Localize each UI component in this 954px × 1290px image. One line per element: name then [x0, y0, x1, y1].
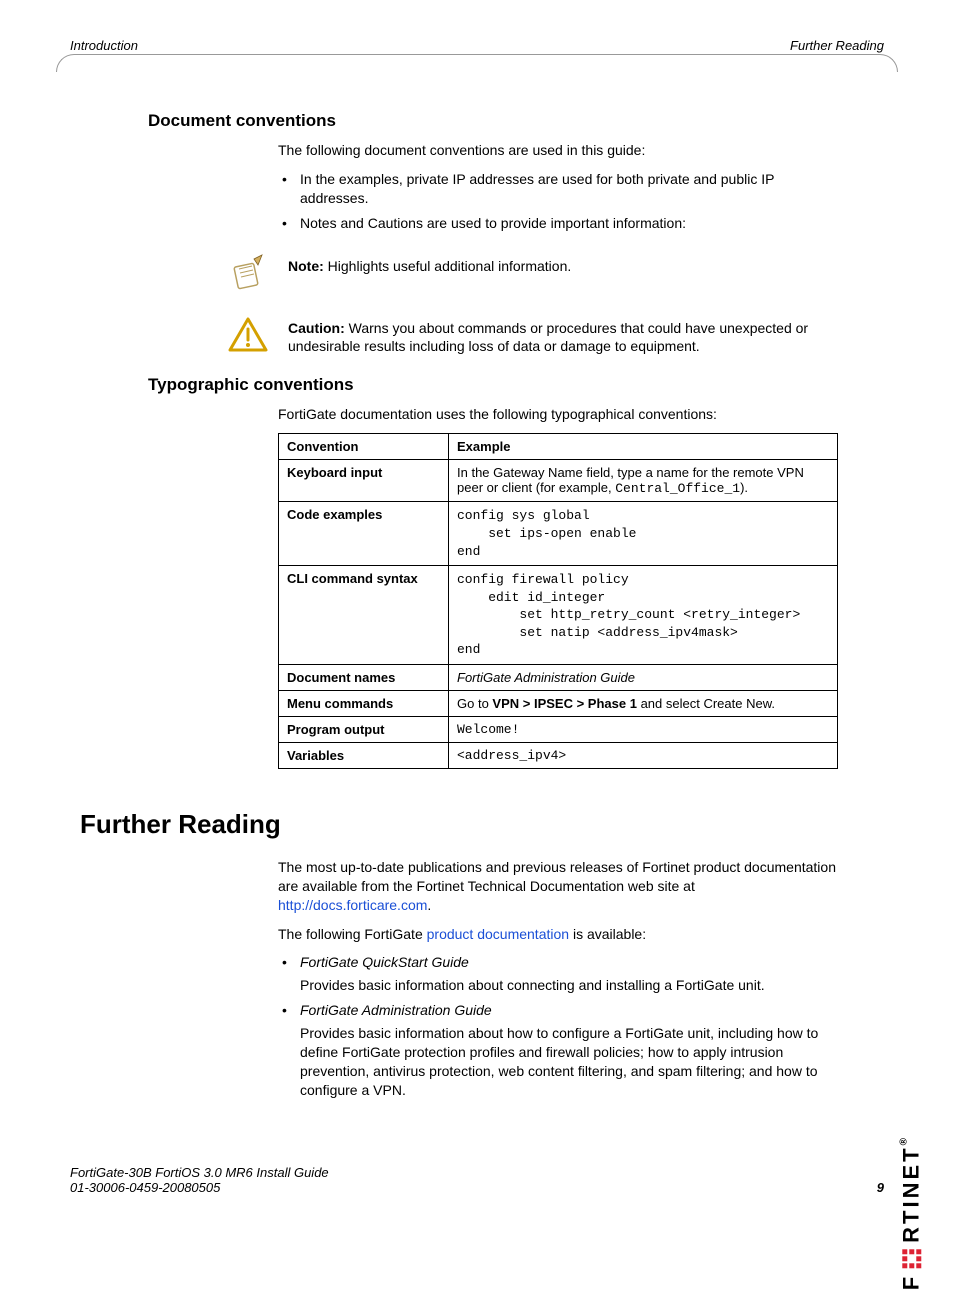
cell-convention: Document names	[279, 664, 449, 690]
header-right: Further Reading	[790, 38, 884, 53]
th-convention: Convention	[279, 434, 449, 460]
page-number: 9	[877, 1180, 884, 1195]
heading-typographic-conventions: Typographic conventions	[148, 375, 898, 395]
doc-conv-bullet-1: In the examples, private IP addresses ar…	[278, 170, 842, 208]
doc-conv-bullet-2: Notes and Cautions are used to provide i…	[278, 214, 842, 233]
table-row: CLI command syntax config firewall polic…	[279, 566, 838, 665]
caution-label: Caution:	[288, 320, 345, 336]
cell-example: FortiGate Administration Guide	[449, 664, 838, 690]
doc-title: FortiGate QuickStart Guide	[300, 954, 469, 970]
text: ).	[740, 480, 748, 495]
text: .	[427, 897, 431, 913]
text: and select Create New.	[637, 696, 775, 711]
code-block: config sys global set ips-open enable en…	[457, 507, 829, 560]
further-p1: The most up-to-date publications and pre…	[278, 858, 842, 915]
caution-icon	[226, 313, 270, 357]
table-row: Keyboard input In the Gateway Name field…	[279, 460, 838, 502]
further-p2: The following FortiGate product document…	[278, 925, 842, 944]
code-block: config firewall policy edit id_integer s…	[457, 571, 829, 659]
link-product-documentation[interactable]: product documentation	[427, 926, 569, 942]
doc-conv-intro: The following document conventions are u…	[278, 141, 842, 160]
menu-path: VPN > IPSEC > Phase 1	[492, 696, 637, 711]
table-row: Variables <address_ipv4>	[279, 742, 838, 768]
footer-docid: 01-30006-0459-20080505	[70, 1180, 329, 1195]
table-header-row: Convention Example	[279, 434, 838, 460]
cell-example: config firewall policy edit id_integer s…	[449, 566, 838, 665]
table-row: Code examples config sys global set ips-…	[279, 502, 838, 566]
logo-text-f: F	[898, 1274, 924, 1290]
heading-document-conventions: Document conventions	[148, 111, 898, 131]
logo-grid-icon	[902, 1249, 921, 1268]
doc-desc: Provides basic information about how to …	[300, 1024, 842, 1100]
header-rule	[74, 54, 880, 55]
cell-convention: CLI command syntax	[279, 566, 449, 665]
heading-further-reading: Further Reading	[80, 809, 898, 840]
header-rule-corner-right	[880, 54, 898, 72]
cell-example: Welcome!	[449, 716, 838, 742]
logo-text-rest: RTINET®	[898, 1135, 924, 1243]
text: The following FortiGate	[278, 926, 427, 942]
caution-text: Warns you about commands or procedures t…	[288, 320, 808, 355]
cell-convention: Program output	[279, 716, 449, 742]
fortinet-logo: F RTINET®	[898, 1135, 924, 1290]
text: The most up-to-date publications and pre…	[278, 859, 836, 894]
footer-title: FortiGate-30B FortiOS 3.0 MR6 Install Gu…	[70, 1165, 329, 1180]
header-left: Introduction	[70, 38, 138, 53]
table-row: Program output Welcome!	[279, 716, 838, 742]
note-label: Note:	[288, 258, 324, 274]
cell-convention: Code examples	[279, 502, 449, 566]
cell-example: <address_ipv4>	[449, 742, 838, 768]
footer-left: FortiGate-30B FortiOS 3.0 MR6 Install Gu…	[70, 1165, 329, 1195]
cell-convention: Keyboard input	[279, 460, 449, 502]
conventions-table: Convention Example Keyboard input In the…	[278, 433, 838, 768]
note-callout: Note: Highlights useful additional infor…	[226, 251, 842, 295]
doc-title: FortiGate Administration Guide	[300, 1002, 492, 1018]
cell-convention: Menu commands	[279, 690, 449, 716]
table-row: Menu commands Go to VPN > IPSEC > Phase …	[279, 690, 838, 716]
note-icon	[226, 251, 270, 295]
note-text: Highlights useful additional information…	[324, 258, 571, 274]
link-docs-forticare[interactable]: http://docs.forticare.com	[278, 897, 427, 913]
cell-example: Go to VPN > IPSEC > Phase 1 and select C…	[449, 690, 838, 716]
doc-desc: Provides basic information about connect…	[300, 976, 842, 995]
table-row: Document names FortiGate Administration …	[279, 664, 838, 690]
th-example: Example	[449, 434, 838, 460]
caution-callout: Caution: Warns you about commands or pro…	[226, 313, 842, 357]
mono-text: Central_Office_1	[615, 481, 740, 496]
cell-example: config sys global set ips-open enable en…	[449, 502, 838, 566]
cell-convention: Variables	[279, 742, 449, 768]
doc-list-item: FortiGate Administration Guide Provides …	[278, 1001, 842, 1099]
text: is available:	[569, 926, 646, 942]
typo-intro: FortiGate documentation uses the followi…	[278, 405, 842, 424]
cell-example: In the Gateway Name field, type a name f…	[449, 460, 838, 502]
doc-list-item: FortiGate QuickStart Guide Provides basi…	[278, 953, 842, 995]
text: Go to	[457, 696, 492, 711]
header-rule-corner-left	[56, 54, 74, 72]
